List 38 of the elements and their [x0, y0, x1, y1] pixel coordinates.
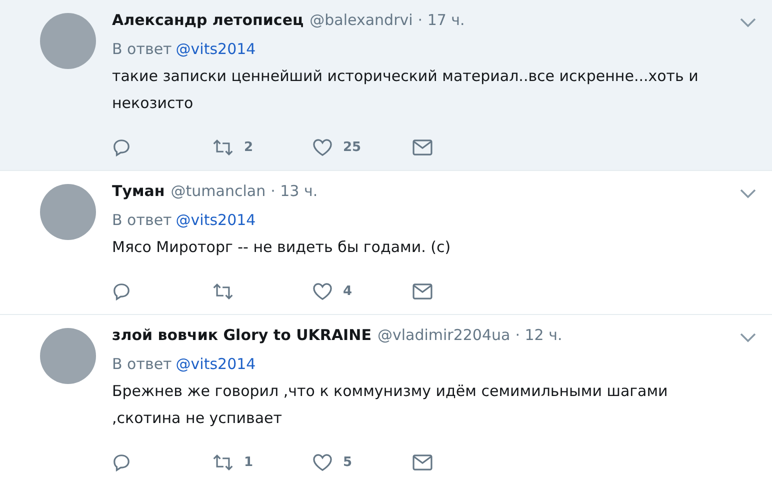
tweet-text: Мясо Мироторг -- не видеть бы годами. (с) — [112, 237, 452, 258]
retweet-count: 2 — [244, 140, 254, 154]
author-handle[interactable]: @vladimir2204ua — [377, 326, 510, 344]
author-name[interactable]: Александр летописец — [112, 11, 304, 29]
tweet-text: Брежнев же говорил ,что к коммунизму идём семимильными шагами ,скотина не успивает — [112, 381, 669, 429]
heart-icon[interactable] — [312, 138, 333, 156]
chevron-down-icon[interactable] — [740, 189, 756, 199]
reply-label: В ответ — [112, 355, 172, 373]
envelope-icon[interactable] — [412, 282, 433, 300]
heart-icon[interactable] — [312, 452, 333, 472]
retweet-icon[interactable] — [212, 282, 234, 300]
tweet-text: такие записки ценнейший исторический материал..все искренне...хоть и некозисто — [112, 66, 700, 114]
tweet-time[interactable]: · 13 ч. — [270, 182, 318, 200]
author-name[interactable]: Туман — [112, 182, 165, 200]
retweet-count: 1 — [244, 454, 254, 470]
author-handle[interactable]: @balexandrvi — [310, 11, 413, 29]
envelope-icon[interactable] — [412, 138, 433, 156]
chevron-down-icon[interactable] — [740, 18, 756, 28]
like-count: 25 — [343, 140, 362, 154]
retweet-icon[interactable] — [212, 138, 234, 156]
mention-link[interactable]: @vits2014 — [176, 355, 256, 373]
reply-label: В ответ — [112, 211, 172, 229]
like-count: 4 — [343, 284, 352, 298]
heart-icon[interactable] — [312, 282, 333, 300]
reply-icon[interactable] — [112, 282, 131, 300]
reply-icon[interactable] — [112, 138, 131, 156]
like-count: 5 — [343, 454, 352, 470]
author-handle[interactable]: @tumanclan — [170, 182, 266, 200]
author-name[interactable]: злой вовчик Glory to UKRAINE — [112, 326, 372, 344]
retweet-icon[interactable] — [212, 452, 234, 472]
tweet-time[interactable]: · 12 ч. — [515, 326, 562, 344]
reply-icon[interactable] — [112, 452, 131, 472]
chevron-down-icon[interactable] — [740, 333, 756, 343]
reply-label: В ответ — [112, 40, 172, 58]
envelope-icon[interactable] — [412, 454, 433, 470]
mention-link[interactable]: @vits2014 — [176, 40, 256, 58]
tweet-time[interactable]: · 17 ч. — [418, 11, 465, 29]
mention-link[interactable]: @vits2014 — [176, 211, 256, 229]
